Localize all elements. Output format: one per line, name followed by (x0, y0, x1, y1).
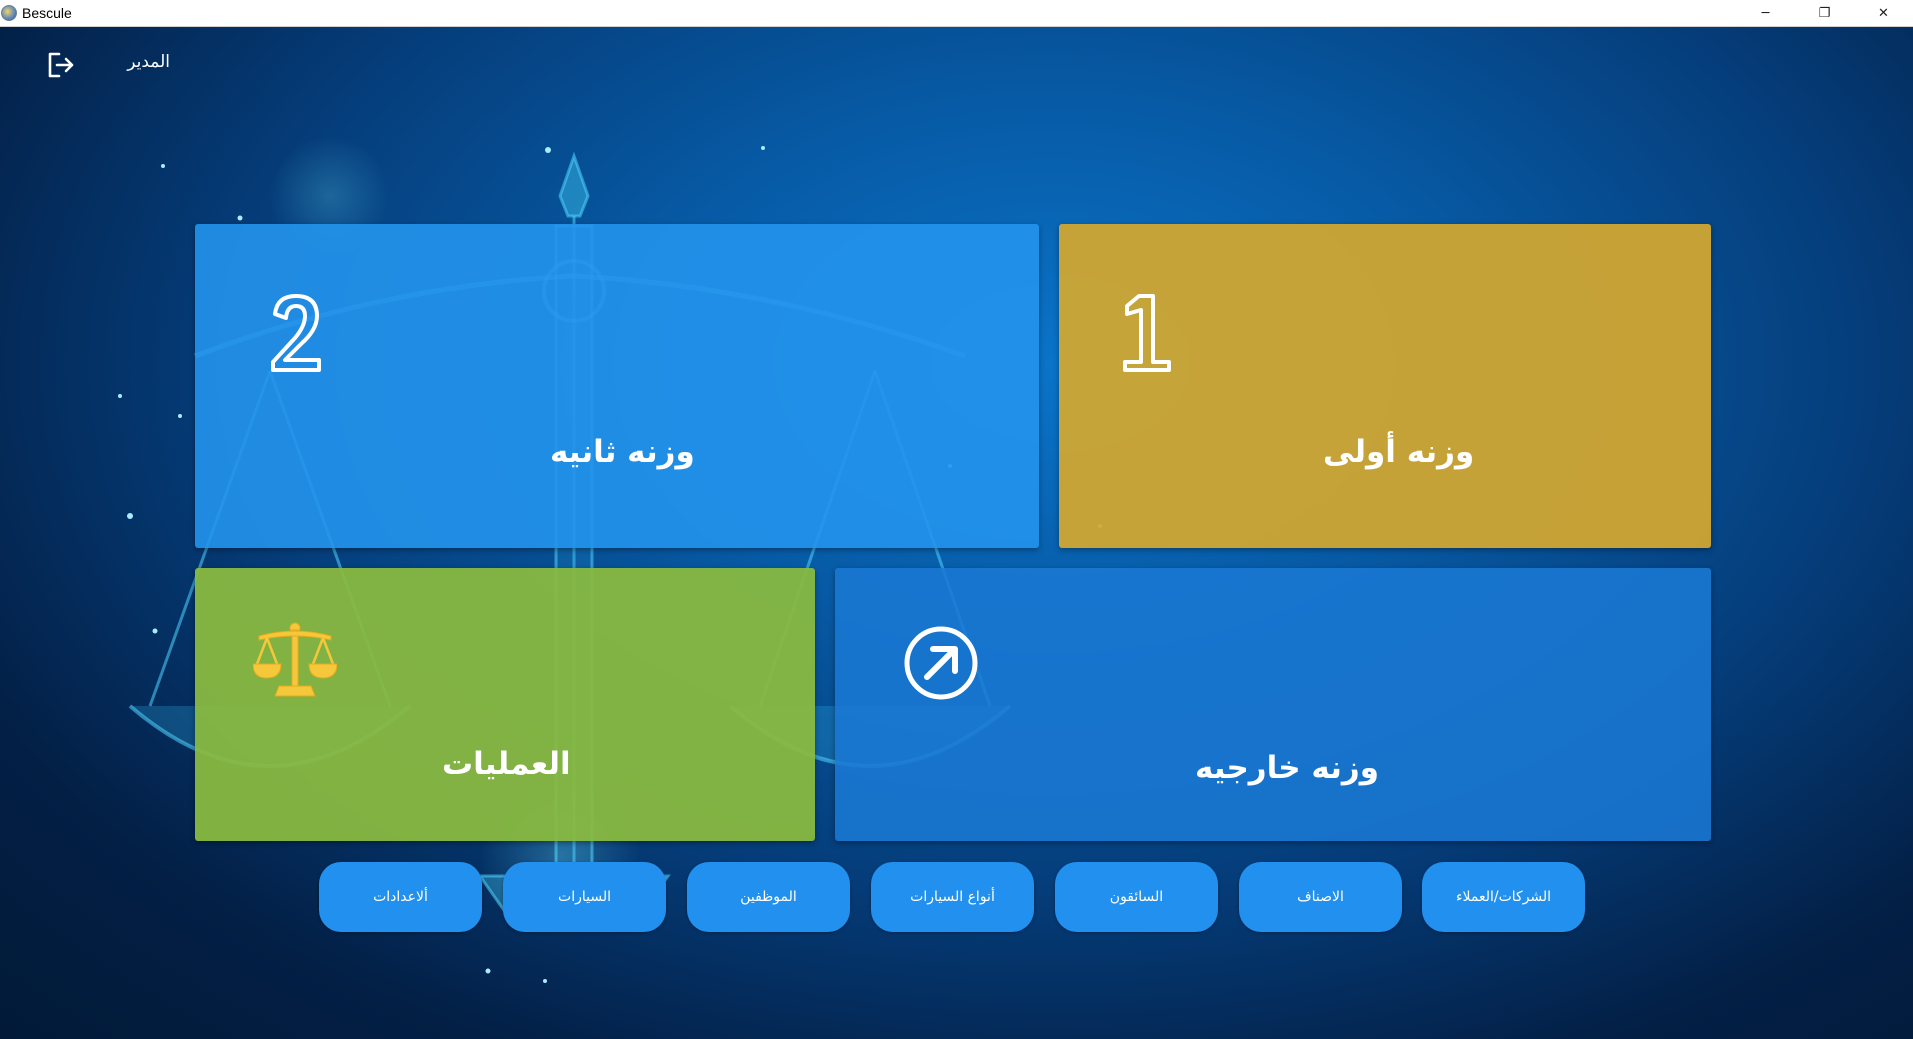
logout-icon (48, 52, 74, 78)
first-weight-label: وزنه أولى (1323, 434, 1475, 470)
car-types-button[interactable]: أنواع السيارات (871, 862, 1034, 932)
operations-tile[interactable]: العمليات (195, 568, 815, 841)
window-title: Bescule (22, 5, 72, 21)
arrow-up-right-circle-icon (904, 626, 978, 700)
number-2-icon (271, 294, 321, 372)
external-weight-tile[interactable]: وزنه خارجيه (835, 568, 1711, 841)
settings-button[interactable]: ألاعدادات (319, 862, 482, 932)
logout-button[interactable] (46, 50, 76, 80)
drivers-button[interactable]: السائقون (1055, 862, 1218, 932)
close-button[interactable]: ✕ (1854, 0, 1913, 26)
operations-label: العمليات (442, 746, 571, 782)
scales-icon (253, 622, 337, 697)
cars-button[interactable]: السيارات (503, 862, 666, 932)
app-icon (1, 5, 17, 21)
second-weight-label: وزنه ثانيه (550, 434, 695, 470)
second-weight-tile[interactable]: وزنه ثانيه (195, 224, 1039, 548)
window-controls: ─ ❐ ✕ (1736, 0, 1913, 26)
app-window: Bescule ─ ❐ ✕ المدير وزنه أولى وزنه ثاني… (0, 0, 1913, 1039)
items-button[interactable]: الاصناف (1239, 862, 1402, 932)
external-weight-label: وزنه خارجيه (1195, 750, 1379, 786)
employees-button[interactable]: الموظفين (687, 862, 850, 932)
number-1-icon (1123, 294, 1171, 372)
restore-button[interactable]: ❐ (1795, 0, 1854, 26)
title-bar: Bescule ─ ❐ ✕ (0, 0, 1913, 27)
user-role-label: المدير (127, 52, 170, 72)
companies-clients-button[interactable]: الشركات/العملاء (1422, 862, 1585, 932)
minimize-button[interactable]: ─ (1736, 0, 1795, 26)
first-weight-tile[interactable]: وزنه أولى (1059, 224, 1711, 548)
